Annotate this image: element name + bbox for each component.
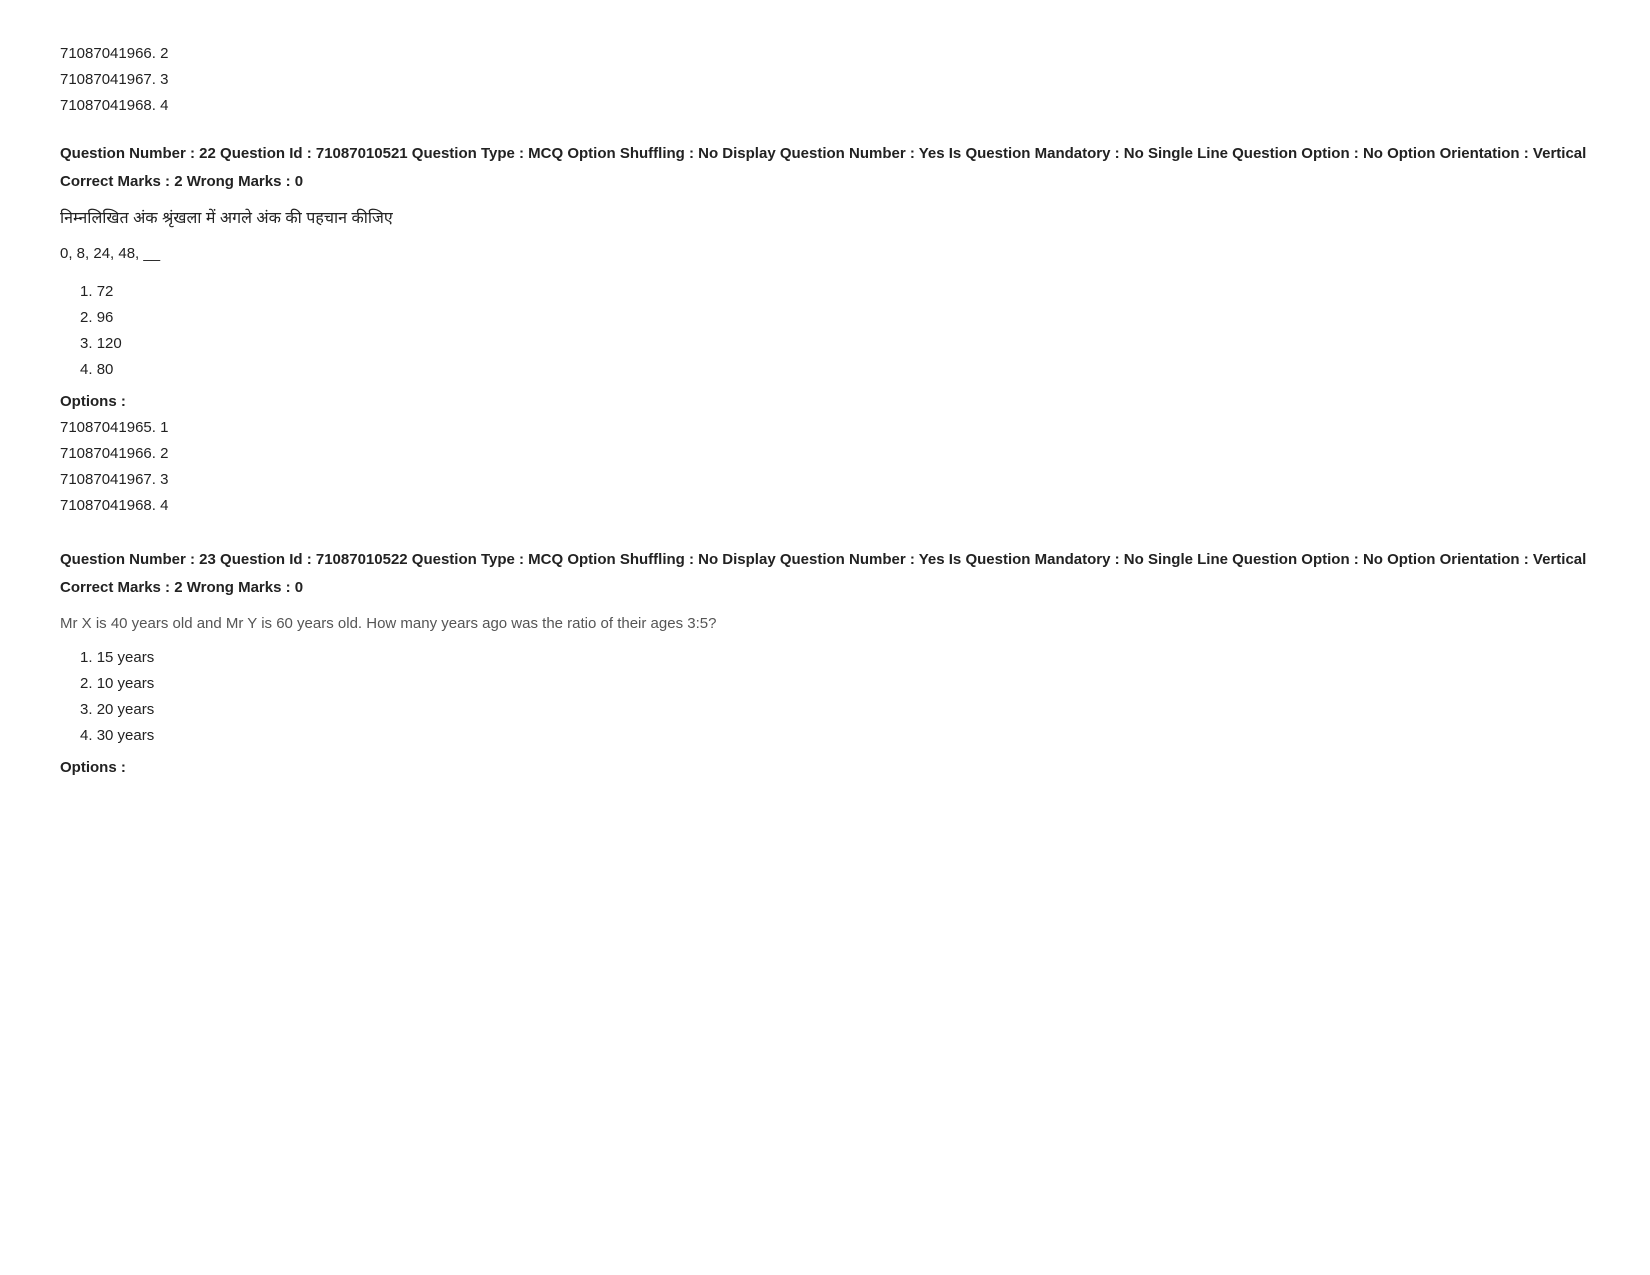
q22-a4-val: 80 [97,361,114,378]
q22-opt-2: 71087041966. 2 [60,442,1590,466]
q22-a1-num: 1. [80,283,97,300]
q23-a4-num: 4. [80,727,97,744]
top-option-1-num: 2 [160,45,168,62]
q22-a3-num: 3. [80,335,97,352]
q22-answer-1: 1. 72 [80,280,1590,304]
top-option-3: 71087041968. 4 [60,94,1590,118]
question-22-section: Question Number : 22 Question Id : 71087… [60,142,1590,518]
q23-a3-val: 20 years [97,701,155,718]
q23-a3-num: 3. [80,701,97,718]
q22-a1-val: 72 [97,283,114,300]
q22-opt-3: 71087041967. 3 [60,468,1590,492]
question-22-series: 0, 8, 24, 48, __ [60,242,1590,266]
q22-a4-num: 4. [80,361,97,378]
question-22-header: Question Number : 22 Question Id : 71087… [60,142,1590,166]
top-option-3-num: 4 [160,97,168,114]
top-options-section: 71087041966. 2 71087041967. 3 7108704196… [60,42,1590,118]
question-23-marks: Correct Marks : 2 Wrong Marks : 0 [60,576,1590,600]
q22-opt-4: 71087041968. 4 [60,494,1590,518]
q23-a2-val: 10 years [97,675,155,692]
q23-answer-1: 1. 15 years [80,646,1590,670]
q22-answer-4: 4. 80 [80,358,1590,382]
top-option-2-num: 3 [160,71,168,88]
q23-answer-2: 2. 10 years [80,672,1590,696]
q22-a2-val: 96 [97,309,114,326]
q23-a4-val: 30 years [97,727,155,744]
q23-a1-val: 15 years [97,649,155,666]
top-option-1-id: 71087041966. [60,45,156,62]
question-23-section: Question Number : 23 Question Id : 71087… [60,548,1590,780]
q22-opt-1: 71087041965. 1 [60,416,1590,440]
q22-answer-3: 3. 120 [80,332,1590,356]
question-23-header: Question Number : 23 Question Id : 71087… [60,548,1590,572]
q23-answer-3: 3. 20 years [80,698,1590,722]
top-option-3-id: 71087041968. [60,97,156,114]
q23-a1-num: 1. [80,649,97,666]
q22-a2-num: 2. [80,309,97,326]
question-22-marks: Correct Marks : 2 Wrong Marks : 0 [60,170,1590,194]
q23-options-label: Options : [60,756,1590,780]
top-option-2: 71087041967. 3 [60,68,1590,92]
q23-a2-num: 2. [80,675,97,692]
top-option-2-id: 71087041967. [60,71,156,88]
q22-options-label: Options : [60,390,1590,414]
question-22-hindi: निम्नलिखित अंक श्रृंखला में अगले अंक की … [60,206,1590,232]
q22-answer-2: 2. 96 [80,306,1590,330]
q23-answer-4: 4. 30 years [80,724,1590,748]
q22-a3-val: 120 [97,335,122,352]
top-option-1: 71087041966. 2 [60,42,1590,66]
question-23-text: Mr X is 40 years old and Mr Y is 60 year… [60,612,1590,636]
